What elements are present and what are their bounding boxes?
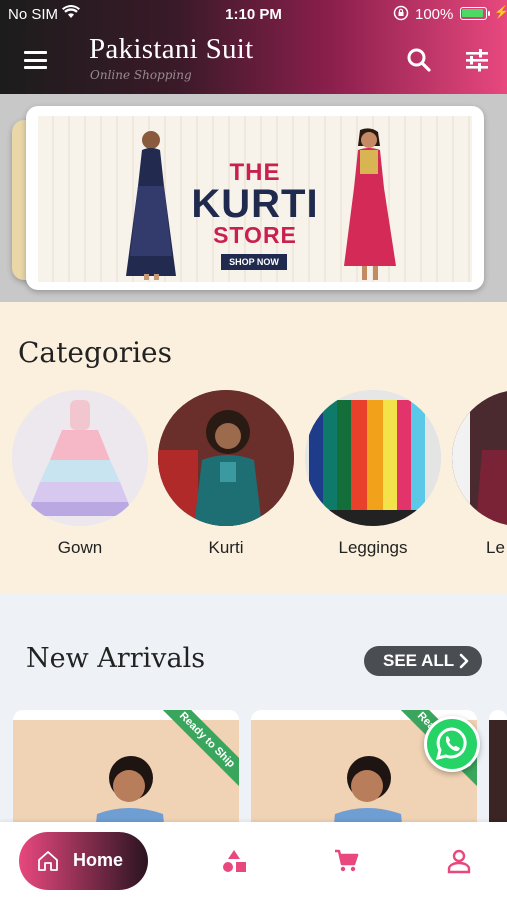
category-leggings-image (305, 390, 441, 526)
see-all-label: SEE ALL (383, 651, 455, 670)
app-title: Pakistani Suit (89, 33, 254, 65)
category-kurti-image (158, 390, 294, 526)
category-label: Le (486, 538, 505, 557)
screen: No SIM 1:10 PM 100% ⚡ Pakistani Suit Onl… (0, 0, 507, 900)
category-kurti[interactable]: Kurti (158, 390, 294, 558)
charging-bolt-icon: ⚡ (494, 5, 507, 19)
app-subtitle: Online Shopping (90, 68, 192, 82)
category-gown[interactable]: Gown (12, 390, 148, 558)
whatsapp-chat-button[interactable] (424, 716, 480, 772)
categories-section: Categories Gown Kurti Leggings Le (0, 302, 507, 594)
home-icon (38, 851, 58, 871)
hamburger-menu-icon[interactable] (24, 51, 47, 69)
category-label: Kurti (208, 538, 244, 557)
whatsapp-icon (435, 727, 467, 761)
bottom-navigation: Home (0, 822, 507, 900)
category-label: Gown (57, 538, 103, 557)
banner-image: THE KURTI STORE SHOP NOW (38, 116, 472, 282)
filter-sliders-icon[interactable] (464, 47, 490, 73)
banner-headline-kurti: KURTI (191, 182, 319, 226)
banner-carousel: THE KURTI STORE SHOP NOW (0, 94, 507, 302)
profile-icon[interactable] (446, 848, 472, 874)
category-partial-image (452, 390, 507, 526)
categories-shapes-icon[interactable] (221, 848, 247, 874)
battery-icon (460, 7, 490, 20)
cart-icon[interactable] (333, 848, 359, 874)
kurti-store-banner[interactable]: THE KURTI STORE SHOP NOW (26, 106, 484, 290)
banner-headline-store: STORE (213, 222, 297, 248)
rotation-lock-icon (393, 5, 409, 24)
category-leggings[interactable]: Leggings (305, 390, 441, 558)
status-bar: No SIM 1:10 PM 100% ⚡ (0, 0, 507, 28)
nav-home-label: Home (73, 850, 124, 870)
section-title-categories: Categories (18, 336, 172, 369)
battery-percent: 100% (415, 6, 454, 23)
section-title-new-arrivals: New Arrivals (26, 643, 206, 674)
nav-home-button[interactable]: Home (19, 832, 148, 890)
search-icon[interactable] (405, 46, 433, 74)
category-partial[interactable]: Le (452, 390, 507, 558)
category-gown-image (12, 390, 148, 526)
app-bar: No SIM 1:10 PM 100% ⚡ Pakistani Suit Onl… (0, 0, 507, 94)
see-all-button[interactable]: SEE ALL (364, 646, 482, 676)
category-label: Leggings (338, 538, 408, 557)
chevron-right-icon (458, 646, 470, 686)
shop-now-button[interactable]: SHOP NOW (221, 254, 287, 270)
